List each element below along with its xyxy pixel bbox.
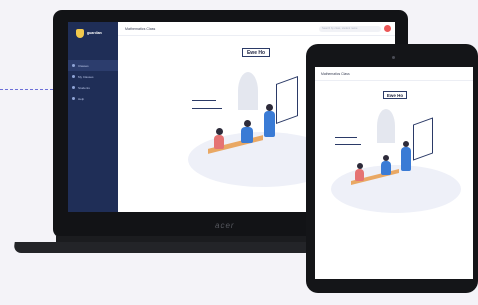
student-head <box>244 120 251 127</box>
student-figure <box>355 169 364 181</box>
student-head <box>216 128 223 135</box>
nav-icon <box>72 97 75 100</box>
board-title: Ewe Ho <box>383 91 407 99</box>
connector-dotted-line <box>0 89 58 90</box>
sidebar-nav: Classes My Classes Students Help <box>68 60 118 104</box>
plant-decoration <box>377 109 395 143</box>
search-input[interactable]: Search by class, student name <box>319 26 381 32</box>
nav-icon <box>72 64 75 67</box>
student-figure <box>381 161 391 175</box>
sidebar-item-help[interactable]: Help <box>68 93 118 104</box>
laptop-brand-logo: acer <box>215 221 235 230</box>
sidebar: guardian Classes My Classes Students Hel… <box>68 22 118 212</box>
sidebar-item-label: Classes <box>78 63 89 68</box>
nav-icon <box>72 75 75 78</box>
teacher-figure <box>264 111 275 137</box>
sidebar-item-classes[interactable]: Classes <box>68 60 118 71</box>
shelf <box>335 144 361 145</box>
whiteboard <box>413 117 433 161</box>
tablet-screen: Mathematics Class Ewe Ho <box>315 67 473 279</box>
plant-decoration <box>238 72 258 110</box>
sidebar-item-students[interactable]: Students <box>68 82 118 93</box>
board-title: Ewe Ho <box>242 48 270 57</box>
student-figure <box>241 127 253 143</box>
teacher-figure <box>401 147 411 171</box>
shelf <box>192 108 222 109</box>
teacher-head <box>266 104 273 111</box>
sidebar-item-my-classes[interactable]: My Classes <box>68 71 118 82</box>
sidebar-item-label: Help <box>78 96 85 101</box>
sidebar-item-label: My Classes <box>78 74 94 79</box>
student-figure <box>214 135 224 149</box>
shelf <box>335 137 357 138</box>
sidebar-item-label: Students <box>78 85 90 90</box>
logo-text: guardian <box>87 30 102 35</box>
page-title: Mathematics Class <box>125 27 156 31</box>
whiteboard <box>276 75 298 125</box>
laptop-base <box>13 242 315 253</box>
nav-icon <box>72 86 75 89</box>
shelf <box>192 100 216 101</box>
camera-icon <box>392 56 395 59</box>
tablet-topbar: Mathematics Class <box>315 67 473 81</box>
classroom-illustration: Ewe Ho <box>325 87 465 217</box>
avatar[interactable] <box>384 25 391 32</box>
topbar: Mathematics Class Search by class, stude… <box>118 22 395 36</box>
app-logo[interactable]: guardian <box>76 29 109 38</box>
page-title: Mathematics Class <box>321 72 350 76</box>
shield-icon <box>76 29 84 38</box>
